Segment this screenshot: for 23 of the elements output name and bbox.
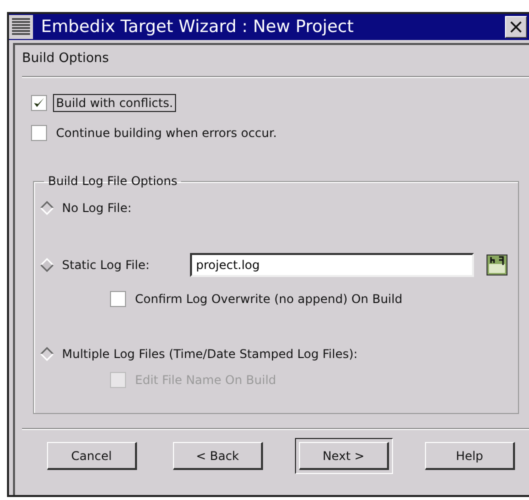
checkbox[interactable] [31,125,47,141]
radio-label[interactable]: No Log File: [62,201,132,215]
radio-label[interactable]: Multiple Log Files (Time/Date Stamped Log Files): [62,347,358,361]
wizard-button[interactable]: Cancel [47,442,137,470]
radio-label[interactable]: Static Log File: [62,258,182,272]
radio-button[interactable] [40,347,54,361]
checkbox-label[interactable]: Continue building when errors occur. [53,124,280,142]
wizard-button[interactable]: < Back [173,442,263,470]
close-button[interactable] [505,16,527,38]
wizard-button[interactable]: Help [425,442,515,470]
checkbox-label[interactable]: Confirm Log Overwrite (no append) On Build [132,290,406,308]
page-title: Build Options [22,51,110,66]
group-title: Build Log File Options [47,174,178,188]
close-icon [510,21,522,33]
radio-button[interactable] [40,258,54,272]
radio-button[interactable] [40,201,54,215]
checkbox[interactable] [31,95,47,111]
checkbox[interactable] [110,291,126,307]
checkbox-label[interactable]: Build with conflicts. [53,94,176,112]
window-title: Embedix Target Wizard : New Project [41,17,355,37]
window-menu-icon[interactable] [9,15,33,39]
wizard-button[interactable]: Next > [295,438,393,474]
log-file-field[interactable]: project.log [190,253,474,277]
